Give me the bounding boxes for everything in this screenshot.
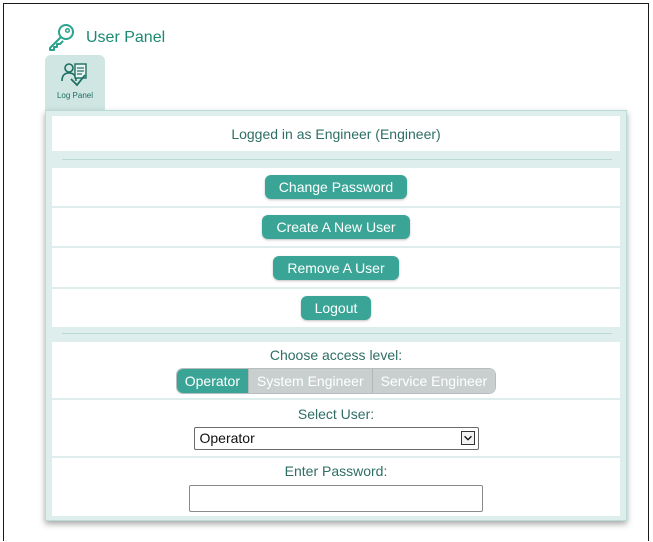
access-option-system-engineer[interactable]: System Engineer xyxy=(249,368,373,393)
select-user-row: Select User: Operator xyxy=(52,400,620,456)
access-option-operator[interactable]: Operator xyxy=(176,368,249,393)
logout-row: Logout xyxy=(52,289,620,327)
create-user-button[interactable]: Create A New User xyxy=(262,215,410,239)
logged-in-text: Logged in as Engineer (Engineer) xyxy=(231,125,441,142)
divider xyxy=(62,159,612,160)
logout-button[interactable]: Logout xyxy=(300,296,372,320)
panel-header: User Panel xyxy=(46,22,165,52)
access-level-label: Choose access level: xyxy=(269,346,403,363)
remove-user-row: Remove A User xyxy=(52,248,620,287)
log-panel: Logged in as Engineer (Engineer) Change … xyxy=(45,110,627,521)
users-log-icon xyxy=(61,63,87,87)
password-input[interactable] xyxy=(189,484,483,512)
user-select[interactable]: Operator xyxy=(193,427,479,450)
tab-log-panel[interactable]: Log Panel xyxy=(45,55,105,110)
access-level-selector: Operator System Engineer Service Enginee… xyxy=(175,367,497,394)
tab-label: Log Panel xyxy=(56,91,94,100)
password-row: Enter Password: xyxy=(52,458,620,516)
divider xyxy=(62,333,612,334)
page-title: User Panel xyxy=(86,29,166,46)
access-option-service-engineer[interactable]: Service Engineer xyxy=(372,368,496,393)
remove-user-button[interactable]: Remove A User xyxy=(273,255,399,280)
access-level-row: Choose access level: Operator System Eng… xyxy=(52,342,620,398)
key-icon xyxy=(49,24,74,51)
login-status-row: Logged in as Engineer (Engineer) xyxy=(52,116,620,151)
create-user-row: Create A New User xyxy=(52,208,620,246)
password-label: Enter Password: xyxy=(284,462,388,479)
user-select-value: Operator xyxy=(199,430,255,446)
change-password-button[interactable]: Change Password xyxy=(264,175,408,199)
select-user-label: Select User: xyxy=(297,406,375,422)
change-password-row: Change Password xyxy=(52,168,620,206)
chevron-down-icon[interactable] xyxy=(460,431,475,445)
